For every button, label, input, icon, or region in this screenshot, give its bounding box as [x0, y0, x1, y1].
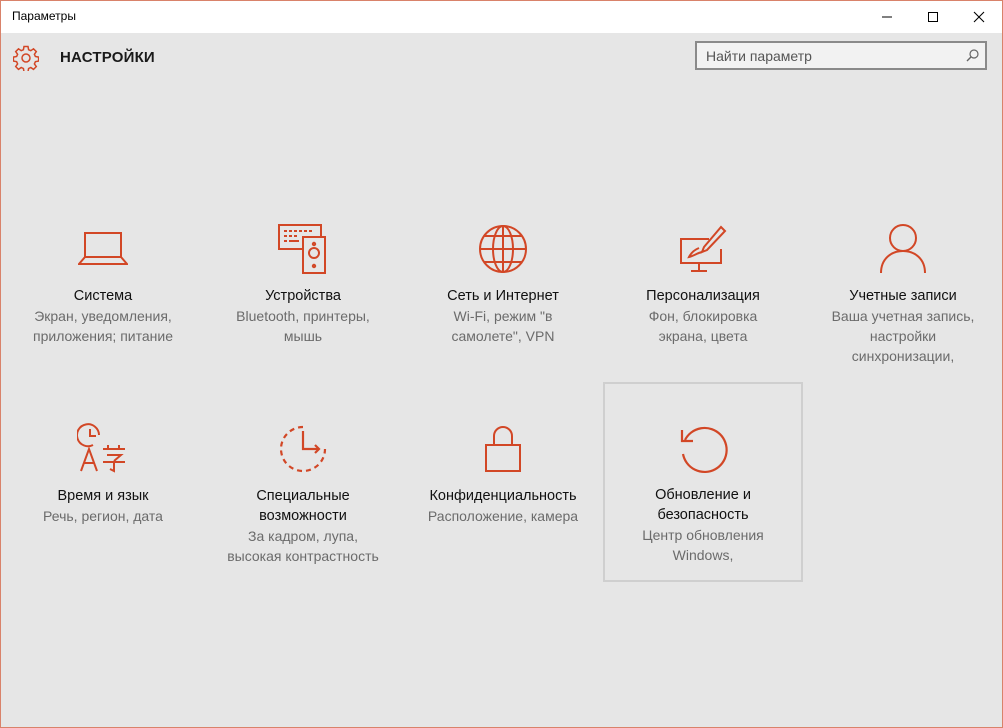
close-icon	[973, 11, 985, 23]
tile-title: Персонализация	[646, 288, 760, 304]
settings-header: НАСТРОЙКИ	[1, 33, 1002, 83]
maximize-button[interactable]	[910, 1, 956, 33]
tile-update-security[interactable]: Обновление и безопасность Центр обновлен…	[603, 382, 803, 582]
search-box[interactable]	[695, 41, 987, 70]
tile-time-language[interactable]: Время и язык Речь, регион, дата	[4, 383, 202, 581]
person-icon	[880, 224, 926, 274]
tile-personalization[interactable]: Персонализация Фон, блокировка экрана, ц…	[604, 183, 802, 381]
minimize-icon	[882, 16, 892, 18]
lock-icon	[485, 426, 521, 472]
tile-title: Специальные возможности	[256, 488, 350, 524]
close-button[interactable]	[956, 1, 1002, 33]
search-icon[interactable]	[966, 49, 979, 62]
tile-title: Устройства	[265, 288, 341, 304]
tile-ease-of-access[interactable]: Специальные возможности За кадром, лупа,…	[204, 383, 402, 581]
tile-description: Фон, блокировка экрана, цвета	[648, 308, 758, 344]
devices-icon	[278, 224, 326, 274]
tile-devices[interactable]: Устройства Bluetooth, принтеры, мышь	[204, 183, 402, 381]
title-bar[interactable]: Параметры	[1, 1, 1002, 33]
tile-title: Конфиденциальность	[429, 488, 577, 504]
paint-icon	[680, 225, 727, 272]
tile-accounts[interactable]: Учетные записи Ваша учетная запись, наст…	[804, 183, 1002, 381]
update-icon	[680, 426, 728, 474]
tile-title: Обновление и безопасность	[655, 487, 751, 523]
tile-title: Сеть и Интернет	[447, 288, 559, 304]
window-title: Параметры	[12, 9, 76, 23]
tile-description: Bluetooth, принтеры, мышь	[236, 308, 370, 344]
tile-description: Wi-Fi, режим "в самолете", VPN	[451, 308, 555, 344]
tile-description: Речь, регион, дата	[43, 508, 163, 524]
maximize-icon	[928, 12, 938, 22]
globe-icon	[479, 225, 527, 273]
tile-network[interactable]: Сеть и Интернет Wi-Fi, режим "в самолете…	[404, 183, 602, 381]
minimize-button[interactable]	[864, 1, 910, 33]
tile-description: Ваша учетная запись, настройки синхрониз…	[831, 308, 975, 364]
search-input[interactable]	[706, 43, 956, 68]
settings-window: Параметры НАСТРОЙКИ Найти параметр Систе…	[0, 0, 1003, 728]
ease-of-access-icon	[279, 425, 327, 473]
tile-description: Центр обновления Windows,	[642, 527, 764, 563]
page-title: НАСТРОЙКИ	[60, 49, 155, 66]
tile-title: Время и язык	[57, 488, 149, 504]
time-language-icon	[77, 423, 125, 473]
tile-description: Расположение, камера	[427, 508, 579, 524]
tile-description: Экран, уведомления, приложения; питание	[33, 308, 173, 344]
tile-title: Система	[73, 288, 133, 304]
tile-system[interactable]: Система Экран, уведомления, приложения; …	[4, 183, 202, 381]
gear-icon	[13, 45, 39, 71]
tile-title: Учетные записи	[849, 288, 957, 304]
tile-description: За кадром, лупа, высокая контрастность	[227, 528, 379, 564]
tile-privacy[interactable]: Конфиденциальность Расположение, камера	[404, 383, 602, 581]
laptop-icon	[78, 232, 128, 265]
